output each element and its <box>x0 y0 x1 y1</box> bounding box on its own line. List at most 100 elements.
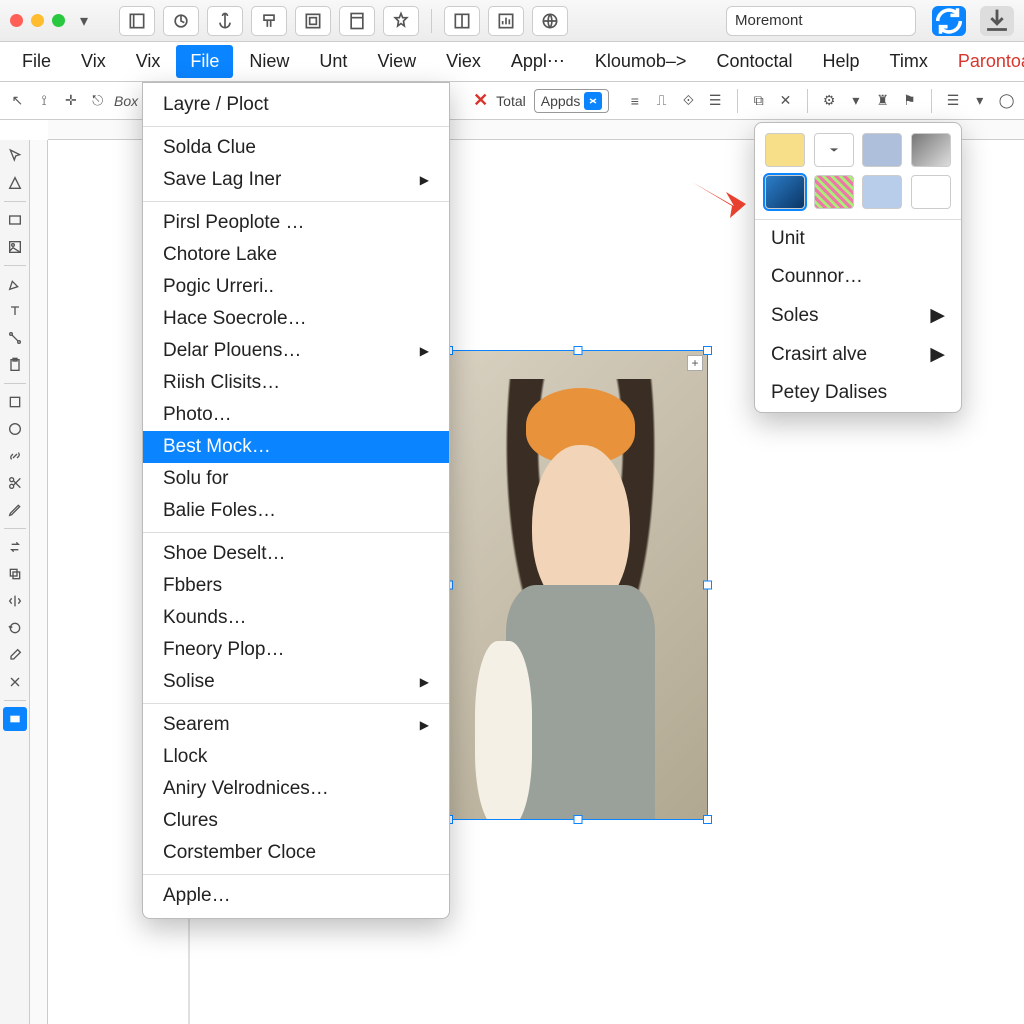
menu-appl⋯[interactable]: Appl⋯ <box>497 45 579 78</box>
swatch-blob-icon[interactable] <box>862 175 902 209</box>
menuitem-llock[interactable]: Llock <box>143 741 449 773</box>
tool-star-icon[interactable] <box>383 6 419 36</box>
search-box[interactable] <box>726 6 916 36</box>
pencil-tool[interactable] <box>3 498 27 522</box>
pointer-tool[interactable] <box>3 144 27 168</box>
align-left-icon[interactable]: ≡ <box>625 90 644 112</box>
resize-handle[interactable] <box>703 815 712 824</box>
flip-tool[interactable] <box>3 589 27 613</box>
menu-parontoad[interactable]: Parontoad <box>944 45 1024 78</box>
menuitem-save-lag-iner[interactable]: Save Lag Iner▶ <box>143 164 449 196</box>
swatch-triangle-icon[interactable] <box>911 133 951 167</box>
tool-layout-icon[interactable] <box>295 6 331 36</box>
transform-icon[interactable]: ⟐ <box>679 90 698 112</box>
layers-tool[interactable] <box>3 562 27 586</box>
menu-file[interactable]: File <box>176 45 233 78</box>
panel-item-unit[interactable]: Unit <box>755 220 961 258</box>
menuitem-pirsl-peoplote-[interactable]: Pirsl Peoplote … <box>143 207 449 239</box>
slice-icon[interactable]: ✕ <box>776 90 795 112</box>
graph-icon[interactable]: ⎍ <box>652 90 671 112</box>
tool-measure-icon[interactable] <box>163 6 199 36</box>
menuitem-kounds-[interactable]: Kounds… <box>143 602 449 634</box>
marker-icon[interactable]: ⎋ <box>88 90 107 112</box>
panel-item-counnor-[interactable]: Counnor… <box>755 258 961 296</box>
rect-tool[interactable] <box>3 208 27 232</box>
close-window[interactable] <box>10 14 23 27</box>
tool-chart-icon[interactable] <box>488 6 524 36</box>
tool-clamp-icon[interactable] <box>251 6 287 36</box>
circle-icon[interactable]: ◯ <box>997 90 1016 112</box>
panel-item-soles[interactable]: Soles▶ <box>755 296 961 335</box>
chevron-down-icon[interactable]: ▾ <box>847 90 866 112</box>
image-tool[interactable] <box>3 235 27 259</box>
resize-handle[interactable] <box>574 815 583 824</box>
menuitem-balie-foles-[interactable]: Balie Foles… <box>143 495 449 527</box>
link-tool[interactable] <box>3 444 27 468</box>
gear-icon[interactable]: ⚙ <box>820 90 839 112</box>
menuitem-aniry-velrodnices-[interactable]: Aniry Velrodnices… <box>143 773 449 805</box>
minimize-window[interactable] <box>31 14 44 27</box>
crop-icon[interactable]: ⧉ <box>749 90 768 112</box>
menu-vix[interactable]: Vix <box>67 45 120 78</box>
menuitem-corstember-cloce[interactable]: Corstember Cloce <box>143 837 449 869</box>
cancel-icon[interactable]: ✕ <box>473 90 488 111</box>
tool-anchor-icon[interactable] <box>207 6 243 36</box>
zoom-window[interactable] <box>52 14 65 27</box>
download-button[interactable] <box>980 6 1014 36</box>
lines-icon[interactable]: ☰ <box>944 90 963 112</box>
swatch-blank-icon[interactable] <box>911 175 951 209</box>
resize-handle[interactable] <box>574 346 583 355</box>
menu-view[interactable]: View <box>363 45 430 78</box>
plus-badge-icon[interactable]: + <box>687 355 703 371</box>
menuitem-apple-[interactable]: Apple… <box>143 880 449 912</box>
swatch-arrow-icon[interactable] <box>814 133 854 167</box>
panel-item-crasirt-alve[interactable]: Crasirt alve▶ <box>755 335 961 374</box>
fill-tool[interactable] <box>3 707 27 731</box>
menuitem-solise[interactable]: Solise▶ <box>143 666 449 698</box>
swatch-cloud-icon[interactable] <box>862 133 902 167</box>
shape-tool[interactable] <box>3 171 27 195</box>
tool-globe-icon[interactable] <box>532 6 568 36</box>
menuitem-fneory-plop-[interactable]: Fneory Plop… <box>143 634 449 666</box>
clipboard-tool[interactable] <box>3 353 27 377</box>
menuitem-delar-plouens-[interactable]: Delar Plouens…▶ <box>143 335 449 367</box>
menuitem-best-mock-[interactable]: Best Mock… <box>143 431 449 463</box>
scissors-tool[interactable] <box>3 471 27 495</box>
menu-kloumob–>[interactable]: Kloumob–> <box>581 45 701 78</box>
crosshair-icon[interactable]: ✛ <box>62 90 81 112</box>
menu-contoctal[interactable]: Contoctal <box>702 45 806 78</box>
menuitem-photo-[interactable]: Photo… <box>143 399 449 431</box>
menuitem-fbbers[interactable]: Fbbers <box>143 570 449 602</box>
menuitem-solu-for[interactable]: Solu for <box>143 463 449 495</box>
text-tool[interactable] <box>3 299 27 323</box>
menuitem-hace-soecrole-[interactable]: Hace Soecrole… <box>143 303 449 335</box>
menu-unt[interactable]: Unt <box>305 45 361 78</box>
swatch-pattern-icon[interactable] <box>814 175 854 209</box>
resize-handle[interactable] <box>703 346 712 355</box>
menuitem-shoe-deselt-[interactable]: Shoe Deselt… <box>143 538 449 570</box>
swap-tool[interactable] <box>3 535 27 559</box>
menuitem-clures[interactable]: Clures <box>143 805 449 837</box>
tool-page-icon[interactable] <box>339 6 375 36</box>
menu-timx[interactable]: Timx <box>876 45 942 78</box>
dropdown-icon[interactable]: ▾ <box>73 6 95 36</box>
tool-panel-icon[interactable] <box>444 6 480 36</box>
node-tool[interactable] <box>3 326 27 350</box>
preset-select[interactable]: Appds <box>534 89 610 113</box>
erase-tool[interactable] <box>3 670 27 694</box>
circle-tool[interactable] <box>3 417 27 441</box>
menuitem-chotore-lake[interactable]: Chotore Lake <box>143 239 449 271</box>
menuitem-pogic-urreri-[interactable]: Pogic Urreri.. <box>143 271 449 303</box>
flag-icon[interactable]: ⚑ <box>900 90 919 112</box>
chevron-down-icon[interactable]: ▾ <box>970 90 989 112</box>
frame-tool[interactable] <box>3 390 27 414</box>
castle-icon[interactable]: ♜ <box>873 90 892 112</box>
menu-help[interactable]: Help <box>809 45 874 78</box>
resize-handle[interactable] <box>703 581 712 590</box>
menuitem-riish-clisits-[interactable]: Riish Clisits… <box>143 367 449 399</box>
selected-image-frame[interactable]: + <box>448 350 708 820</box>
menuitem-solda-clue[interactable]: Solda Clue <box>143 132 449 164</box>
pen-tool[interactable] <box>3 272 27 296</box>
menu-niew[interactable]: Niew <box>235 45 303 78</box>
refresh-button[interactable] <box>932 6 966 36</box>
